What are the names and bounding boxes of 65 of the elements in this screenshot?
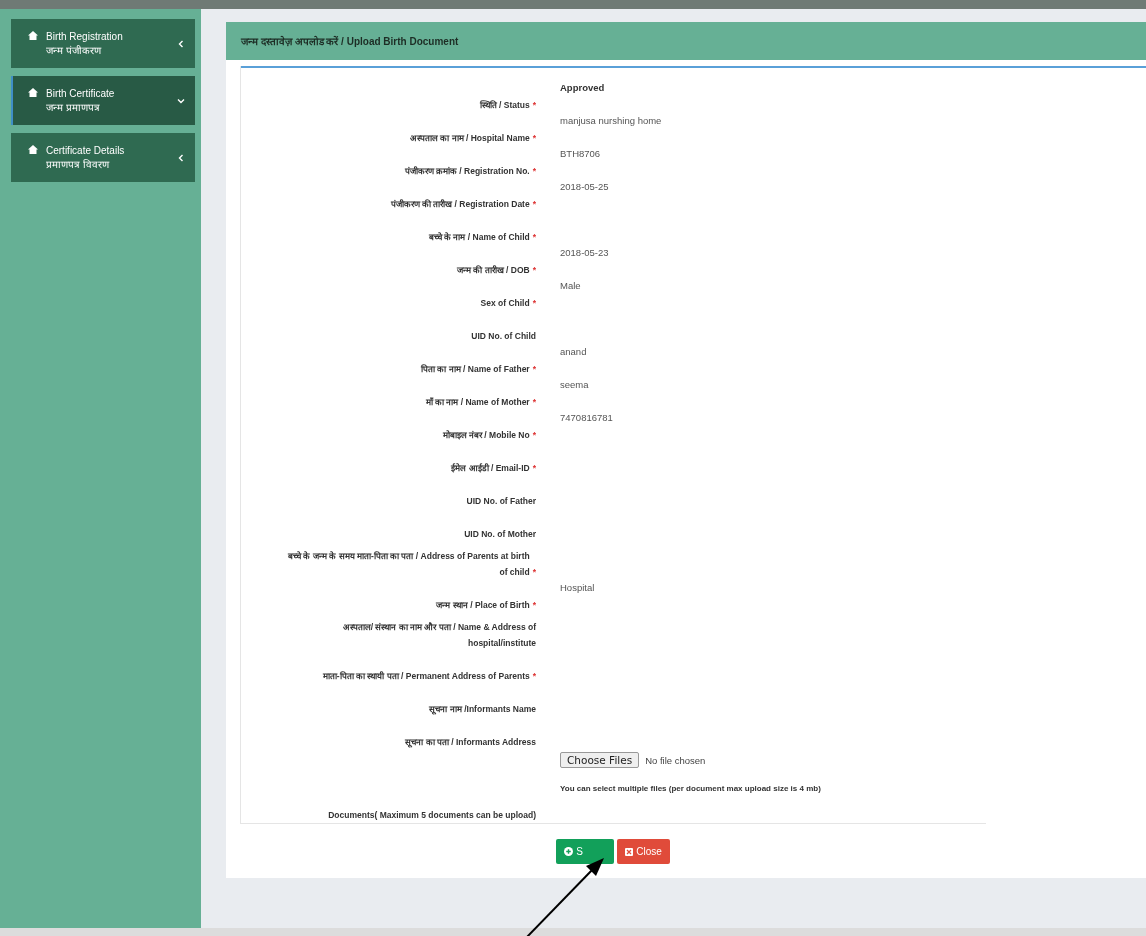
required-mark: * xyxy=(532,670,536,683)
field-label: जन्म की तारीख / DOB xyxy=(457,264,530,277)
field-value: Male xyxy=(560,280,581,291)
required-mark: * xyxy=(532,297,536,310)
field-label: UID No. of Mother xyxy=(464,528,536,541)
required-mark: * xyxy=(532,462,536,475)
field-value: anand xyxy=(560,346,587,357)
field-value: BTH8706 xyxy=(560,148,601,159)
save-button[interactable]: S xyxy=(556,839,615,864)
close-button[interactable]: Close xyxy=(617,839,670,864)
field-label: बच्चे के जन्म के समय माता-पिता का पता / Address of Parents at birth of child xyxy=(287,550,530,579)
panel-title: जन्म दस्तावेज़ अपलोड करें / Upload Birth Document xyxy=(241,34,459,48)
help-text: You can select multiple files (per document max upload size is 4 mb) xyxy=(560,784,821,793)
required-mark: * xyxy=(532,165,536,178)
field-label: ईमेल आईडी / Email-ID xyxy=(451,462,530,475)
field-label: स्थिति / Status xyxy=(479,99,530,112)
field-label: माता-पिता का स्थायी पता / Permanent Address of Parents xyxy=(322,670,530,683)
field-label: पंजीकरण क्रमांक / Registration No. xyxy=(404,165,530,178)
required-mark: * xyxy=(532,264,536,277)
required-mark: * xyxy=(532,566,536,579)
field-label: अस्पताल/ संस्थान का नाम और पता / Name & Address of hospital/institute xyxy=(341,621,536,650)
field-label: Sex of Child xyxy=(480,297,530,310)
field-label: पिता का नाम / Name of Father xyxy=(421,363,530,376)
sidebar-item-label: Certificate Details प्रमाणपत्र विवरण xyxy=(46,143,126,172)
field-label: पंजीकरण की तारीख / Registration Date xyxy=(390,198,530,211)
field-label: मोबाइल नंबर / Mobile No xyxy=(442,429,530,442)
sidebar-item[interactable]: Birth Registration जन्म पंजीकरण xyxy=(11,19,195,68)
required-mark: * xyxy=(532,599,536,612)
required-mark: * xyxy=(532,363,536,376)
required-mark: * xyxy=(532,231,536,244)
field-value: manjusa nurshing home xyxy=(560,115,662,126)
chevron-down-icon xyxy=(177,96,185,105)
field-value: seema xyxy=(560,379,589,390)
field-value: 7470816781 xyxy=(560,412,613,423)
choose-files-button[interactable]: Choose Files xyxy=(560,752,640,768)
required-mark: * xyxy=(532,132,536,145)
field-label: सूचना का पता / Informants Address xyxy=(405,736,536,750)
file-status: No file chosen xyxy=(645,754,706,766)
field-label: बच्चे के नाम / Name of Child xyxy=(428,231,530,244)
required-mark: * xyxy=(532,198,536,211)
required-mark: * xyxy=(532,429,536,442)
field-value: 2018-05-25 xyxy=(560,181,609,192)
field-label: UID No. of Child xyxy=(471,330,536,343)
sidebar-item[interactable]: Birth Certificate जन्म प्रमाणपत्र xyxy=(11,76,195,125)
plus-circle-icon xyxy=(564,847,574,856)
chevron-left-icon xyxy=(177,153,185,162)
sidebar-item-label: Birth Registration जन्म पंजीकरण xyxy=(46,29,124,58)
home-icon xyxy=(28,145,38,154)
required-mark: * xyxy=(532,99,536,112)
field-value: Hospital xyxy=(560,582,595,593)
sidebar-item[interactable]: Certificate Details प्रमाणपत्र विवरण xyxy=(11,133,195,182)
chevron-left-icon xyxy=(177,39,185,48)
required-mark: * xyxy=(532,396,536,409)
field-value: Approved xyxy=(560,82,605,93)
home-icon xyxy=(28,31,38,40)
field-label: अस्पताल का नाम / Hospital Name xyxy=(409,132,530,145)
field-label: जन्म स्थान / Place of Birth xyxy=(436,599,530,612)
field-label: सूचना नाम /Informants Name xyxy=(429,703,536,717)
sidebar-item-label: Birth Certificate जन्म प्रमाणपत्र xyxy=(46,86,116,115)
field-value: 2018-05-23 xyxy=(560,247,609,258)
home-icon xyxy=(28,88,38,97)
field-label: UID No. of Father xyxy=(466,495,536,508)
close-icon xyxy=(625,847,634,856)
field-label: माँ का नाम / Name of Mother xyxy=(425,396,530,409)
field-label: Documents( Maximum 5 documents can be upload) xyxy=(328,809,536,822)
